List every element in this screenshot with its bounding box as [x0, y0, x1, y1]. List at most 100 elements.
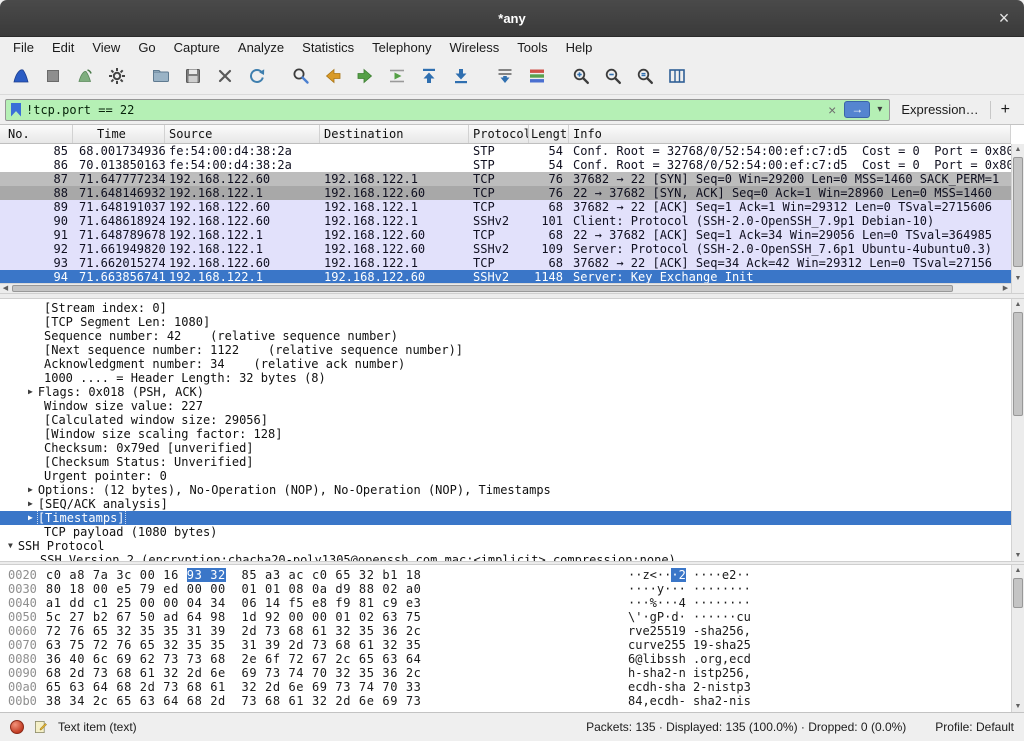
scrollbar-thumb[interactable] — [1013, 578, 1023, 608]
hex-row-0080[interactable]: 008036 40 6c 69 62 73 73 68 2e 6f 72 67 … — [0, 652, 1011, 666]
scrollbar-thumb[interactable] — [1013, 157, 1023, 267]
hex-ascii[interactable]: h-sha2-n istp256, — [628, 666, 751, 680]
filter-history-dropdown-icon[interactable]: ▾ — [875, 104, 884, 115]
menu-file[interactable]: File — [4, 37, 43, 58]
zoom-in-button[interactable] — [566, 62, 595, 90]
detail-row[interactable]: SSH Version 2 (encryption:chacha20-poly1… — [0, 553, 1011, 561]
hex-row-0070[interactable]: 007063 75 72 76 65 32 35 35 31 39 2d 73 … — [0, 638, 1011, 652]
scroll-left-icon[interactable] — [0, 284, 11, 293]
detail-row[interactable]: [Calculated window size: 29056] — [0, 413, 1011, 427]
capture-restart-button[interactable] — [70, 62, 99, 90]
hex-row-0050[interactable]: 00505c 27 b2 67 50 ad 64 98 1d 92 00 00 … — [0, 610, 1011, 624]
expression-button[interactable]: Expression… — [896, 102, 983, 117]
capture-stop-button[interactable] — [38, 62, 67, 90]
hex-ascii[interactable]: curve255 19-sha25 — [628, 638, 751, 652]
detail-row[interactable]: ▶Options: (12 bytes), No-Operation (NOP)… — [0, 483, 1011, 497]
detail-row[interactable]: ▶[SEQ/ACK analysis] — [0, 497, 1011, 511]
filter-apply-button[interactable]: → — [844, 101, 870, 118]
packet-row-94[interactable]: 9471.663856741192.168.122.1192.168.122.6… — [0, 270, 1011, 284]
detail-row[interactable]: Sequence number: 42 (relative sequence n… — [0, 329, 1011, 343]
zoom-reset-button[interactable] — [630, 62, 659, 90]
capture-comment-button[interactable] — [33, 719, 49, 735]
packet-row-88[interactable]: 8871.648146932192.168.122.1192.168.122.6… — [0, 186, 1011, 200]
find-packet-button[interactable] — [286, 62, 315, 90]
hex-row-0060[interactable]: 006072 76 65 32 35 35 31 39 2d 73 68 61 … — [0, 624, 1011, 638]
go-to-packet-button[interactable] — [382, 62, 411, 90]
zoom-out-button[interactable] — [598, 62, 627, 90]
packet-row-89[interactable]: 8971.648191037192.168.122.60192.168.122.… — [0, 200, 1011, 214]
menu-help[interactable]: Help — [557, 37, 602, 58]
packet-row-85[interactable]: 8568.001734936fe:54:00:d4:38:2aSTP54Conf… — [0, 144, 1011, 158]
column-header-info[interactable]: Info — [569, 125, 1011, 143]
packet-row-86[interactable]: 8670.013850163fe:54:00:d4:38:2aSTP54Conf… — [0, 158, 1011, 172]
packet-row-91[interactable]: 9171.648789678192.168.122.1192.168.122.6… — [0, 228, 1011, 242]
scroll-down-icon[interactable] — [1012, 550, 1024, 561]
filter-input[interactable]: !tcp.port == 22 — [26, 103, 820, 117]
menu-telephony[interactable]: Telephony — [363, 37, 440, 58]
detail-row[interactable]: Checksum: 0x79ed [unverified] — [0, 441, 1011, 455]
reload-button[interactable] — [242, 62, 271, 90]
hex-bytes[interactable]: 5c 27 b2 67 50 ad 64 98 1d 92 00 00 01 0… — [46, 610, 422, 624]
menu-view[interactable]: View — [83, 37, 129, 58]
scroll-right-icon[interactable] — [1000, 284, 1011, 293]
detail-row[interactable]: [Stream index: 0] — [0, 301, 1011, 315]
hex-ascii[interactable]: 6@libssh .org,ecd — [628, 652, 751, 666]
collapsed-arrow-icon[interactable]: ▶ — [28, 511, 33, 525]
detail-row[interactable]: [Checksum Status: Unverified] — [0, 455, 1011, 469]
packet-row-87[interactable]: 8771.647777234192.168.122.60192.168.122.… — [0, 172, 1011, 186]
detail-row[interactable]: ▼SSH Protocol — [0, 539, 1011, 553]
menu-statistics[interactable]: Statistics — [293, 37, 363, 58]
display-filter-field[interactable]: !tcp.port == 22 × → ▾ — [5, 99, 890, 121]
expanded-arrow-icon[interactable]: ▼ — [8, 539, 13, 553]
collapsed-arrow-icon[interactable]: ▶ — [28, 497, 33, 511]
packet-row-93[interactable]: 9371.662015274192.168.122.60192.168.122.… — [0, 256, 1011, 270]
collapsed-arrow-icon[interactable]: ▶ — [28, 483, 33, 497]
column-header-no[interactable]: No. — [0, 125, 73, 143]
column-header-length[interactable]: Length — [529, 125, 569, 143]
filter-bookmark-icon[interactable] — [11, 103, 21, 117]
hex-bytes[interactable]: 63 75 72 76 65 32 35 35 31 39 2d 73 68 6… — [46, 638, 422, 652]
packet-row-92[interactable]: 9271.661949820192.168.122.1192.168.122.6… — [0, 242, 1011, 256]
detail-row[interactable]: [TCP Segment Len: 1080] — [0, 315, 1011, 329]
hex-bytes[interactable]: 65 63 64 68 2d 73 68 61 32 2d 6e 69 73 7… — [46, 680, 422, 694]
bytes-vscrollbar[interactable] — [1011, 565, 1024, 712]
detail-row[interactable]: 1000 .... = Header Length: 32 bytes (8) — [0, 371, 1011, 385]
hex-row-0020[interactable]: 0020c0 a8 7a 3c 00 16 93 32 85 a3 ac c0 … — [0, 568, 1011, 582]
save-file-button[interactable] — [178, 62, 207, 90]
go-first-button[interactable] — [414, 62, 443, 90]
close-file-button[interactable] — [210, 62, 239, 90]
hex-bytes[interactable]: 38 34 2c 65 63 64 68 2d 73 68 61 32 2d 6… — [46, 694, 422, 708]
hex-bytes[interactable]: 36 40 6c 69 62 73 73 68 2e 6f 72 67 2c 6… — [46, 652, 422, 666]
packet-list-hscrollbar[interactable] — [0, 283, 1011, 293]
menu-wireless[interactable]: Wireless — [440, 37, 508, 58]
details-vscrollbar[interactable] — [1011, 299, 1024, 561]
detail-row[interactable]: TCP payload (1080 bytes) — [0, 525, 1011, 539]
scrollbar-thumb[interactable] — [1013, 312, 1023, 416]
hex-ascii[interactable]: \'·gP·d· ······cu — [628, 610, 751, 624]
hex-bytes[interactable]: 68 2d 73 68 61 32 2d 6e 69 73 74 70 32 3… — [46, 666, 422, 680]
close-window-button[interactable]: × — [992, 6, 1016, 30]
resize-columns-button[interactable] — [662, 62, 691, 90]
hex-ascii[interactable]: ···%···4 ········ — [628, 596, 751, 610]
column-header-destination[interactable]: Destination — [320, 125, 469, 143]
hex-ascii[interactable]: rve25519 -sha256, — [628, 624, 751, 638]
hex-ascii[interactable]: 84,ecdh- sha2-nis — [628, 694, 751, 708]
hex-row-00b0[interactable]: 00b038 34 2c 65 63 64 68 2d 73 68 61 32 … — [0, 694, 1011, 708]
open-file-button[interactable] — [146, 62, 175, 90]
scroll-down-icon[interactable] — [1012, 701, 1024, 712]
hex-row-0030[interactable]: 003080 18 00 e5 79 ed 00 00 01 01 08 0a … — [0, 582, 1011, 596]
go-last-button[interactable] — [446, 62, 475, 90]
menu-tools[interactable]: Tools — [508, 37, 556, 58]
detail-row[interactable]: ▶Flags: 0x018 (PSH, ACK) — [0, 385, 1011, 399]
packet-row-90[interactable]: 9071.648618924192.168.122.60192.168.122.… — [0, 214, 1011, 228]
scroll-up-icon[interactable] — [1012, 565, 1024, 576]
hex-bytes[interactable]: c0 a8 7a 3c 00 16 93 32 85 a3 ac c0 65 3… — [46, 568, 422, 582]
menu-analyze[interactable]: Analyze — [229, 37, 293, 58]
scroll-up-icon[interactable] — [1012, 299, 1024, 310]
hex-ascii[interactable]: ecdh-sha 2-nistp3 — [628, 680, 751, 694]
hex-bytes[interactable]: 80 18 00 e5 79 ed 00 00 01 01 08 0a d9 8… — [46, 582, 422, 596]
scrollbar-thumb[interactable] — [12, 285, 953, 292]
packet-list-vscrollbar[interactable] — [1011, 144, 1024, 284]
go-back-button[interactable] — [318, 62, 347, 90]
titlebar[interactable]: *any × — [0, 0, 1024, 37]
